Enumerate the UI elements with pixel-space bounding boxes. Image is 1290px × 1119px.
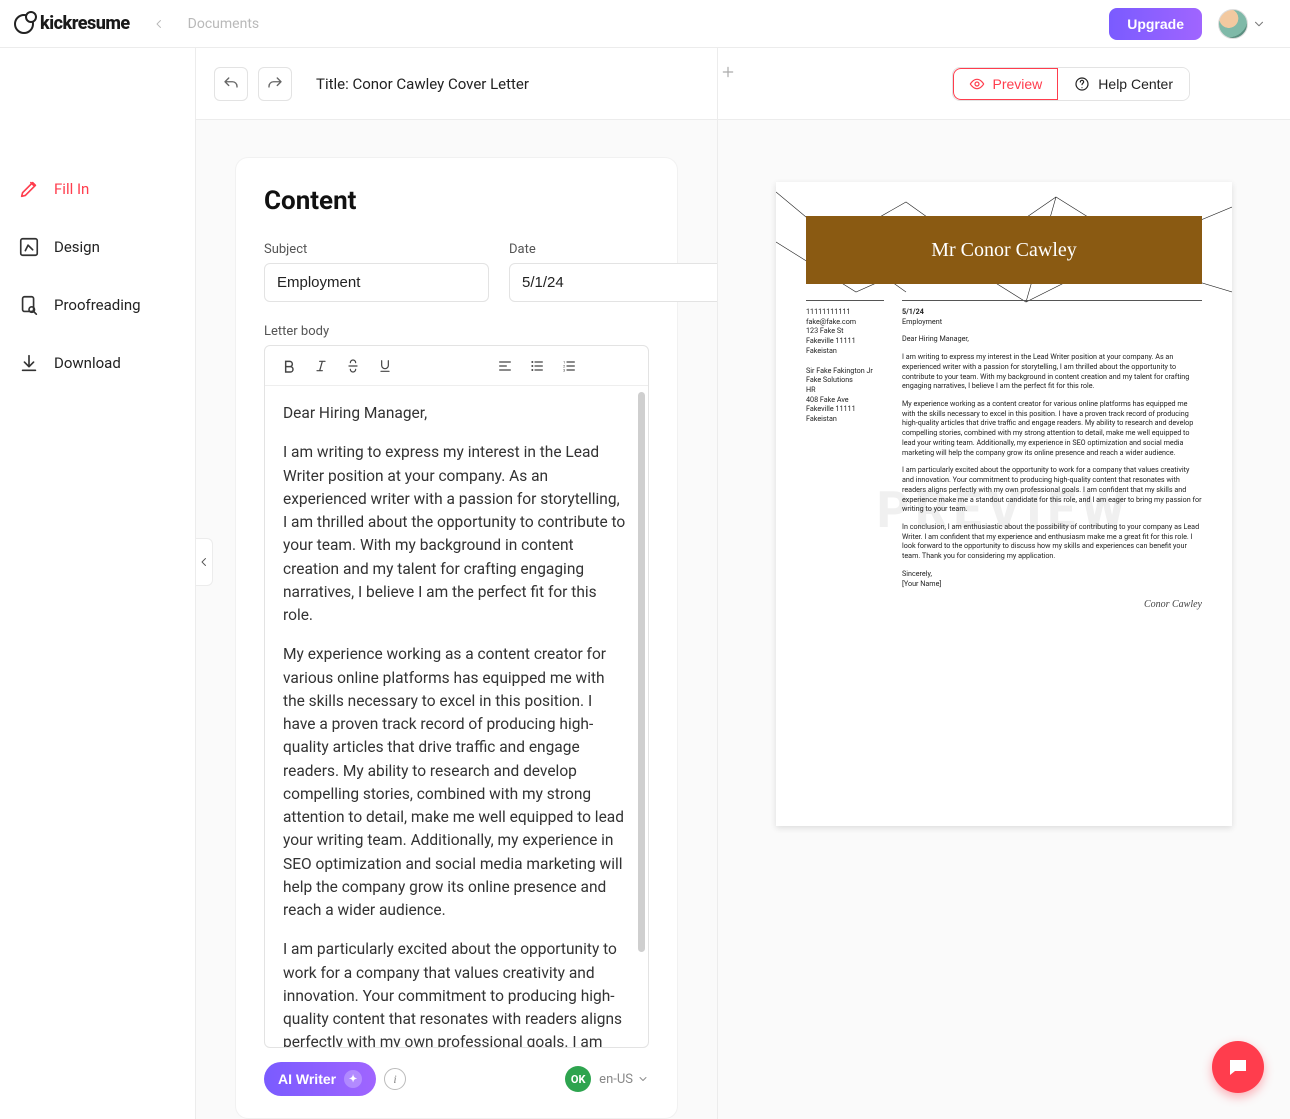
align-button[interactable] [491,352,519,380]
doc-header: Mr Conor Cawley [806,216,1202,284]
add-tab-icon[interactable] [717,61,739,83]
strike-button[interactable] [339,352,367,380]
language-select[interactable]: en-US [599,1072,649,1087]
subject-label: Subject [264,242,489,257]
doc-search-icon [18,294,40,316]
logo-text: kickresume [40,13,130,34]
doc-sig-name: [Your Name] [902,579,941,588]
letter-body-label: Letter body [264,324,649,339]
bold-button[interactable] [275,352,303,380]
nav-item-label: Design [54,238,100,256]
italic-button[interactable] [307,352,335,380]
pencil-icon [18,178,40,200]
doc-signature: Conor Cawley [902,598,1202,612]
number-list-button[interactable]: 123 [555,352,583,380]
breadcrumb-label[interactable]: Documents [188,16,259,32]
account-menu[interactable] [1218,9,1266,39]
sender-line1: 123 Fake St [806,326,884,336]
doc-para4: In conclusion, I am enthusiastic about t… [902,522,1202,561]
download-icon [18,352,40,374]
undo-button[interactable] [214,67,248,101]
sender-line3: Fakeistan [806,346,884,356]
upgrade-button[interactable]: Upgrade [1109,8,1202,40]
date-label: Date [509,242,718,257]
recipient-line3: Fakeistan [806,414,884,424]
nav-item-label: Fill In [54,180,89,198]
editor-toolbar: 123 [265,346,648,386]
subject-input[interactable] [264,263,489,302]
info-icon[interactable]: i [384,1068,406,1090]
doc-closing: Sincerely, [902,569,932,578]
chat-fab[interactable] [1212,1041,1264,1093]
recipient-dept: HR [806,385,884,395]
ai-writer-label: AI Writer [278,1071,336,1087]
sender-phone: 11111111111 [806,307,884,317]
recipient-company: Fake Solutions [806,375,884,385]
nav-item-proofreading[interactable]: Proofreading [0,284,195,326]
doc-letter-body: 5/1/24 Employment Dear Hiring Manager, I… [902,300,1202,806]
doc-name: Mr Conor Cawley [931,239,1077,262]
nav-item-download[interactable]: Download [0,342,195,384]
bullet-list-button[interactable] [523,352,551,380]
status-badge[interactable]: OK [565,1066,591,1092]
breadcrumb-back-icon[interactable] [148,13,170,35]
preview-toggle[interactable]: Preview [953,68,1059,100]
preview-help-segment: Preview Help Center [952,67,1191,101]
rich-text-editor: 123 Dear Hiring Manager,I am writing to … [264,345,649,1048]
sender-line2: Fakeville 11111 [806,336,884,346]
preview-label: Preview [993,76,1043,92]
ai-writer-button[interactable]: AI Writer ✦ [264,1062,376,1096]
help-center-button[interactable]: Help Center [1058,68,1189,100]
recipient-name: Sir Fake Fakington Jr [806,366,884,376]
language-label: en-US [599,1072,633,1087]
doc-date: 5/1/24 [902,307,924,316]
design-icon [18,236,40,258]
help-label: Help Center [1098,76,1173,92]
sparkle-icon: ✦ [344,1070,362,1088]
date-input[interactable] [509,263,718,302]
content-card: Content Subject Date Letter body [236,158,677,1118]
sender-email: fake@fake.com [806,317,884,327]
underline-button[interactable] [371,352,399,380]
document-preview[interactable]: Mr Conor Cawley 11111111111 fake@fake.co… [776,182,1232,826]
nav-item-label: Proofreading [54,296,141,314]
preview-column: Preview Help Center Mr Conor Cawley [718,48,1290,1119]
collapse-sidebar-tab[interactable] [196,538,213,586]
recipient-line2: Fakeville 11111 [806,404,884,414]
doc-sender-recipient: 11111111111 fake@fake.com 123 Fake St Fa… [806,300,884,806]
svg-text:3: 3 [563,367,565,372]
doc-subject: Employment [902,317,942,326]
scrollbar[interactable] [638,392,645,952]
left-nav: Fill In Design Proofreading Download [0,48,196,1119]
doc-para1: I am writing to express my interest in t… [902,352,1202,391]
doc-salutation: Dear Hiring Manager, [902,334,1202,344]
redo-button[interactable] [258,67,292,101]
avatar [1218,9,1248,39]
logo[interactable]: kickresume [14,13,130,34]
letter-body-textarea[interactable]: Dear Hiring Manager,I am writing to expr… [265,386,648,1047]
card-heading: Content [264,186,649,216]
document-title[interactable]: Title: Conor Cawley Cover Letter [316,75,529,93]
nav-item-design[interactable]: Design [0,226,195,268]
editor-column: Title: Conor Cawley Cover Letter Content… [196,48,718,1119]
logo-mark-icon [14,14,34,34]
doc-para2: My experience working as a content creat… [902,399,1202,457]
doc-para3: I am particularly excited about the oppo… [902,465,1202,514]
chevron-down-icon [1252,17,1266,31]
topbar: kickresume Documents Upgrade [0,0,1290,48]
recipient-line1: 408 Fake Ave [806,395,884,405]
nav-item-fill-in[interactable]: Fill In [0,168,195,210]
nav-item-label: Download [54,354,121,372]
